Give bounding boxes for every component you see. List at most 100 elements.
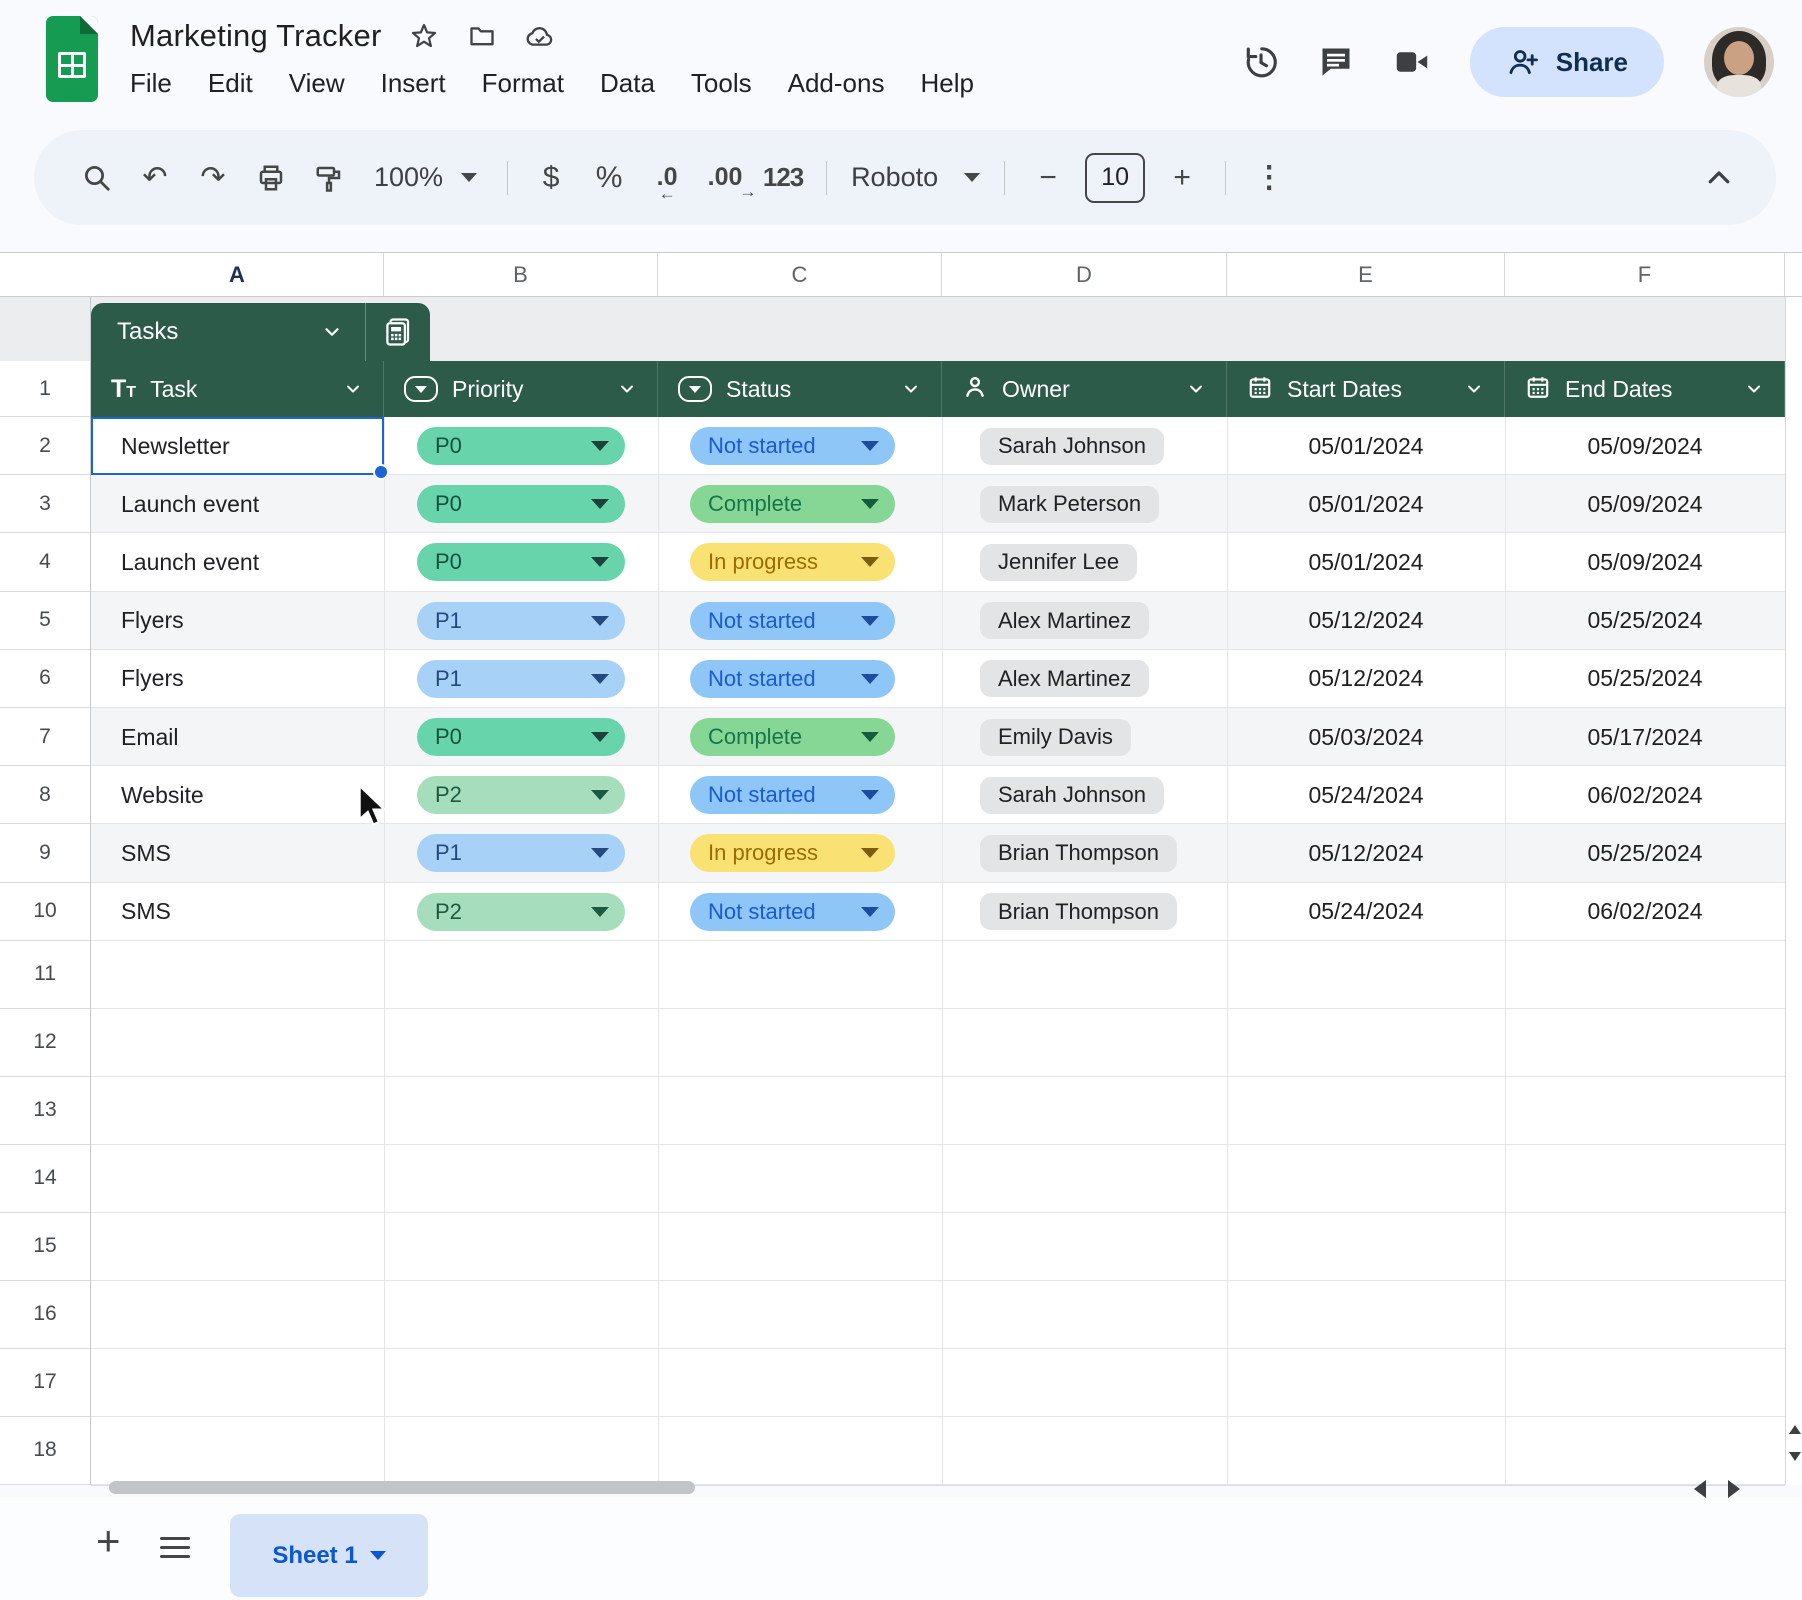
all-sheets-icon[interactable] — [160, 1537, 190, 1564]
owner-chip[interactable]: Alex Martinez — [980, 602, 1149, 639]
dropdown-arrow-icon[interactable] — [591, 616, 609, 626]
grid-row[interactable] — [91, 1349, 1785, 1417]
status-chip[interactable]: Complete — [690, 718, 895, 756]
table-column-header-owner[interactable]: Owner — [942, 361, 1227, 417]
increase-font-size-button[interactable]: + — [1153, 148, 1211, 208]
cell-end-date[interactable]: 05/25/2024 — [1505, 650, 1785, 708]
cell-task[interactable]: Flyers — [91, 650, 384, 708]
row-header-14[interactable]: 14 — [0, 1145, 90, 1213]
dropdown-arrow-icon[interactable] — [591, 790, 609, 800]
table-tab-tasks[interactable]: Tasks — [91, 303, 430, 361]
dropdown-arrow-icon[interactable] — [861, 499, 879, 509]
dropdown-arrow-icon[interactable] — [591, 732, 609, 742]
grid-row[interactable] — [91, 1213, 1785, 1281]
dropdown-arrow-icon[interactable] — [861, 674, 879, 684]
document-title[interactable]: Marketing Tracker — [130, 18, 381, 54]
zoom-select[interactable]: 100% — [358, 162, 493, 193]
cell-end-date[interactable]: 05/09/2024 — [1505, 475, 1785, 533]
table-grid-icon[interactable] — [366, 317, 430, 347]
currency-format-button[interactable]: $ — [522, 148, 580, 208]
row-header-2[interactable]: 2 — [0, 417, 90, 475]
add-sheet-icon[interactable]: + — [96, 1517, 121, 1565]
chevron-down-icon[interactable] — [1744, 379, 1764, 399]
dropdown-arrow-icon[interactable] — [861, 441, 879, 451]
table-column-header-priority[interactable]: Priority — [384, 361, 658, 417]
status-chip[interactable]: Complete — [690, 485, 895, 523]
owner-chip[interactable]: Mark Peterson — [980, 486, 1159, 523]
grid-row[interactable] — [91, 1281, 1785, 1349]
chevron-down-icon[interactable] — [1186, 379, 1206, 399]
paint-format-icon[interactable] — [300, 148, 358, 208]
cell-start-date[interactable]: 05/01/2024 — [1227, 475, 1505, 533]
row-header-3[interactable]: 3 — [0, 475, 90, 533]
row-header-10[interactable]: 10 — [0, 883, 90, 941]
cell-end-date[interactable]: 05/25/2024 — [1505, 592, 1785, 650]
grid-row[interactable] — [91, 1417, 1785, 1485]
cell-end-date[interactable]: 05/25/2024 — [1505, 824, 1785, 882]
redo-icon[interactable]: ↷ — [184, 148, 242, 208]
cell-task[interactable]: Launch event — [91, 475, 384, 533]
column-header-e[interactable]: E — [1227, 253, 1505, 296]
cell-start-date[interactable]: 05/24/2024 — [1227, 766, 1505, 824]
status-chip[interactable]: Not started — [690, 427, 895, 465]
dropdown-arrow-icon[interactable] — [861, 732, 879, 742]
owner-chip[interactable]: Brian Thompson — [980, 893, 1177, 930]
account-avatar[interactable] — [1704, 27, 1774, 97]
status-chip[interactable]: In progress — [690, 543, 895, 581]
dropdown-arrow-icon[interactable] — [861, 907, 879, 917]
chevron-down-icon[interactable] — [321, 321, 343, 343]
scroll-down-icon[interactable] — [1789, 1452, 1801, 1461]
menu-item-insert[interactable]: Insert — [381, 68, 446, 99]
grid-row[interactable] — [91, 941, 1785, 1009]
comments-icon[interactable] — [1318, 44, 1354, 80]
priority-chip[interactable]: P2 — [417, 893, 625, 931]
cell-task[interactable]: Email — [91, 708, 384, 766]
dropdown-arrow-icon[interactable] — [861, 616, 879, 626]
status-chip[interactable]: In progress — [690, 834, 895, 872]
column-header-b[interactable]: B — [384, 253, 658, 296]
move-folder-icon[interactable] — [467, 21, 497, 51]
print-icon[interactable] — [242, 148, 300, 208]
owner-chip[interactable]: Sarah Johnson — [980, 428, 1164, 465]
scroll-left-icon[interactable] — [1694, 1480, 1706, 1498]
column-header-d[interactable]: D — [942, 253, 1227, 296]
priority-chip[interactable]: P0 — [417, 427, 625, 465]
row-header-17[interactable]: 17 — [0, 1349, 90, 1417]
grid-row[interactable] — [91, 1009, 1785, 1077]
status-chip[interactable]: Not started — [690, 893, 895, 931]
horizontal-scrollbar-thumb[interactable] — [109, 1481, 695, 1494]
grid-row[interactable] — [91, 1145, 1785, 1213]
dropdown-arrow-icon[interactable] — [861, 790, 879, 800]
owner-chip[interactable]: Emily Davis — [980, 719, 1131, 756]
star-icon[interactable] — [409, 21, 439, 51]
cell-end-date[interactable]: 06/02/2024 — [1505, 883, 1785, 941]
table-column-header-task[interactable]: TTTask — [91, 361, 384, 417]
cell-task[interactable]: Flyers — [91, 592, 384, 650]
share-button[interactable]: Share — [1470, 27, 1664, 97]
cell-start-date[interactable]: 05/03/2024 — [1227, 708, 1505, 766]
priority-chip[interactable]: P2 — [417, 776, 625, 814]
cell-end-date[interactable]: 05/09/2024 — [1505, 417, 1785, 475]
dropdown-arrow-icon[interactable] — [591, 557, 609, 567]
menu-item-view[interactable]: View — [289, 68, 345, 99]
row-header-16[interactable]: 16 — [0, 1281, 90, 1349]
menu-item-tools[interactable]: Tools — [691, 68, 752, 99]
owner-chip[interactable]: Brian Thompson — [980, 835, 1177, 872]
scroll-right-icon[interactable] — [1728, 1480, 1740, 1498]
number-format-button[interactable]: 123 — [754, 148, 812, 208]
table-column-header-status[interactable]: Status — [658, 361, 942, 417]
cell-start-date[interactable]: 05/12/2024 — [1227, 592, 1505, 650]
owner-chip[interactable]: Sarah Johnson — [980, 777, 1164, 814]
more-options-icon[interactable]: ⋮ — [1240, 148, 1298, 208]
scroll-up-icon[interactable] — [1789, 1425, 1801, 1434]
chevron-down-icon[interactable] — [901, 379, 921, 399]
row-header-18[interactable]: 18 — [0, 1417, 90, 1485]
search-icon[interactable] — [68, 148, 126, 208]
sheet-tab-sheet1[interactable]: Sheet 1 — [230, 1514, 428, 1597]
status-chip[interactable]: Not started — [690, 602, 895, 640]
chevron-down-icon[interactable] — [617, 379, 637, 399]
status-chip[interactable]: Not started — [690, 776, 895, 814]
cloud-saved-icon[interactable] — [525, 21, 555, 51]
priority-chip[interactable]: P1 — [417, 660, 625, 698]
table-column-header-end-dates[interactable]: End Dates — [1505, 361, 1785, 417]
